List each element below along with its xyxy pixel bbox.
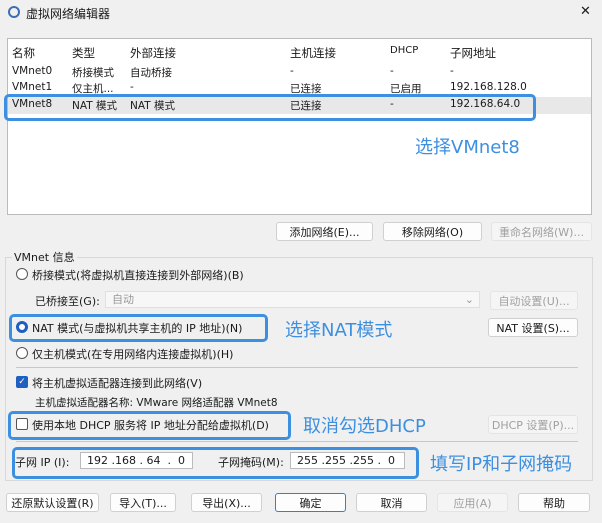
highlight-dhcp — [8, 411, 291, 440]
cancel-button[interactable]: 取消 — [356, 493, 427, 512]
divider — [16, 367, 578, 368]
col-dhcp: DHCP — [390, 45, 419, 56]
annotation-fill-subnet: 填写IP和子网掩码 — [430, 454, 573, 475]
host-only-label: 仅主机模式(在专用网络内连接虚拟机)(H) — [32, 348, 234, 361]
bridge-radio[interactable] — [16, 268, 28, 280]
table-row[interactable]: VMnet0 桥接模式 自动桥接 - - - — [0, 65, 590, 81]
export-button[interactable]: 导出(X)... — [191, 493, 262, 512]
col-type: 类型 — [72, 46, 95, 60]
dhcp-settings-button[interactable]: DHCP 设置(P)... — [488, 415, 578, 434]
host-only-radio[interactable] — [16, 347, 28, 359]
divider — [16, 441, 578, 442]
chevron-down-icon: ⌄ — [464, 293, 474, 306]
col-subnet: 子网地址 — [450, 46, 496, 60]
table-cell: - — [390, 65, 394, 77]
table-cell: 192.168.128.0 — [450, 81, 527, 93]
col-host: 主机连接 — [290, 46, 336, 60]
group-legend: VMnet 信息 — [12, 249, 77, 265]
col-name: 名称 — [12, 46, 35, 60]
highlight-nat — [9, 314, 268, 342]
highlight-subnet — [12, 447, 419, 479]
table-cell: VMnet1 — [12, 81, 53, 93]
auto-settings-button[interactable]: 自动设置(U)... — [490, 291, 578, 310]
ok-button[interactable]: 确定 — [275, 493, 346, 512]
bridge-label: 桥接模式(将虚拟机直接连接到外部网络)(B) — [32, 269, 244, 282]
table-cell: - — [130, 81, 134, 93]
app-icon — [8, 6, 20, 18]
apply-button[interactable]: 应用(A) — [437, 493, 508, 512]
rename-network-button[interactable]: 重命名网络(W)... — [491, 222, 592, 241]
highlight-vmnet8 — [4, 94, 536, 121]
table-cell: 自动桥接 — [130, 67, 172, 79]
table-cell: VMnet0 — [12, 65, 53, 77]
table-cell: - — [450, 65, 454, 77]
annotation-select-nat: 选择NAT模式 — [285, 320, 393, 341]
nat-settings-button[interactable]: NAT 设置(S)... — [488, 318, 578, 337]
restore-defaults-button[interactable]: 还原默认设置(R) — [6, 493, 99, 512]
annotation-uncheck-dhcp: 取消勾选DHCP — [303, 416, 426, 437]
annotation-select-vmnet8: 选择VMnet8 — [415, 137, 520, 158]
bridged-to-label: 已桥接至(G): — [35, 295, 100, 308]
window-title: 虚拟网络编辑器 — [26, 7, 111, 21]
col-external: 外部连接 — [130, 46, 176, 60]
table-cell: 桥接模式 — [72, 67, 114, 79]
close-icon[interactable]: ✕ — [580, 4, 591, 19]
table-cell: - — [290, 65, 294, 77]
adapter-name: 主机虚拟适配器名称: VMware 网络适配器 VMnet8 — [35, 397, 278, 409]
add-network-button[interactable]: 添加网络(E)... — [276, 222, 373, 241]
help-button[interactable]: 帮助 — [518, 493, 590, 512]
connect-adapter-label: 将主机虚拟适配器连接到此网络(V) — [32, 377, 203, 390]
connect-adapter-checkbox[interactable]: ✓ — [16, 376, 28, 388]
bridged-to-select[interactable]: 自动 ⌄ — [105, 291, 480, 308]
import-button[interactable]: 导入(T)... — [110, 493, 176, 512]
bridged-to-value: 自动 — [112, 293, 134, 306]
remove-network-button[interactable]: 移除网络(O) — [383, 222, 482, 241]
